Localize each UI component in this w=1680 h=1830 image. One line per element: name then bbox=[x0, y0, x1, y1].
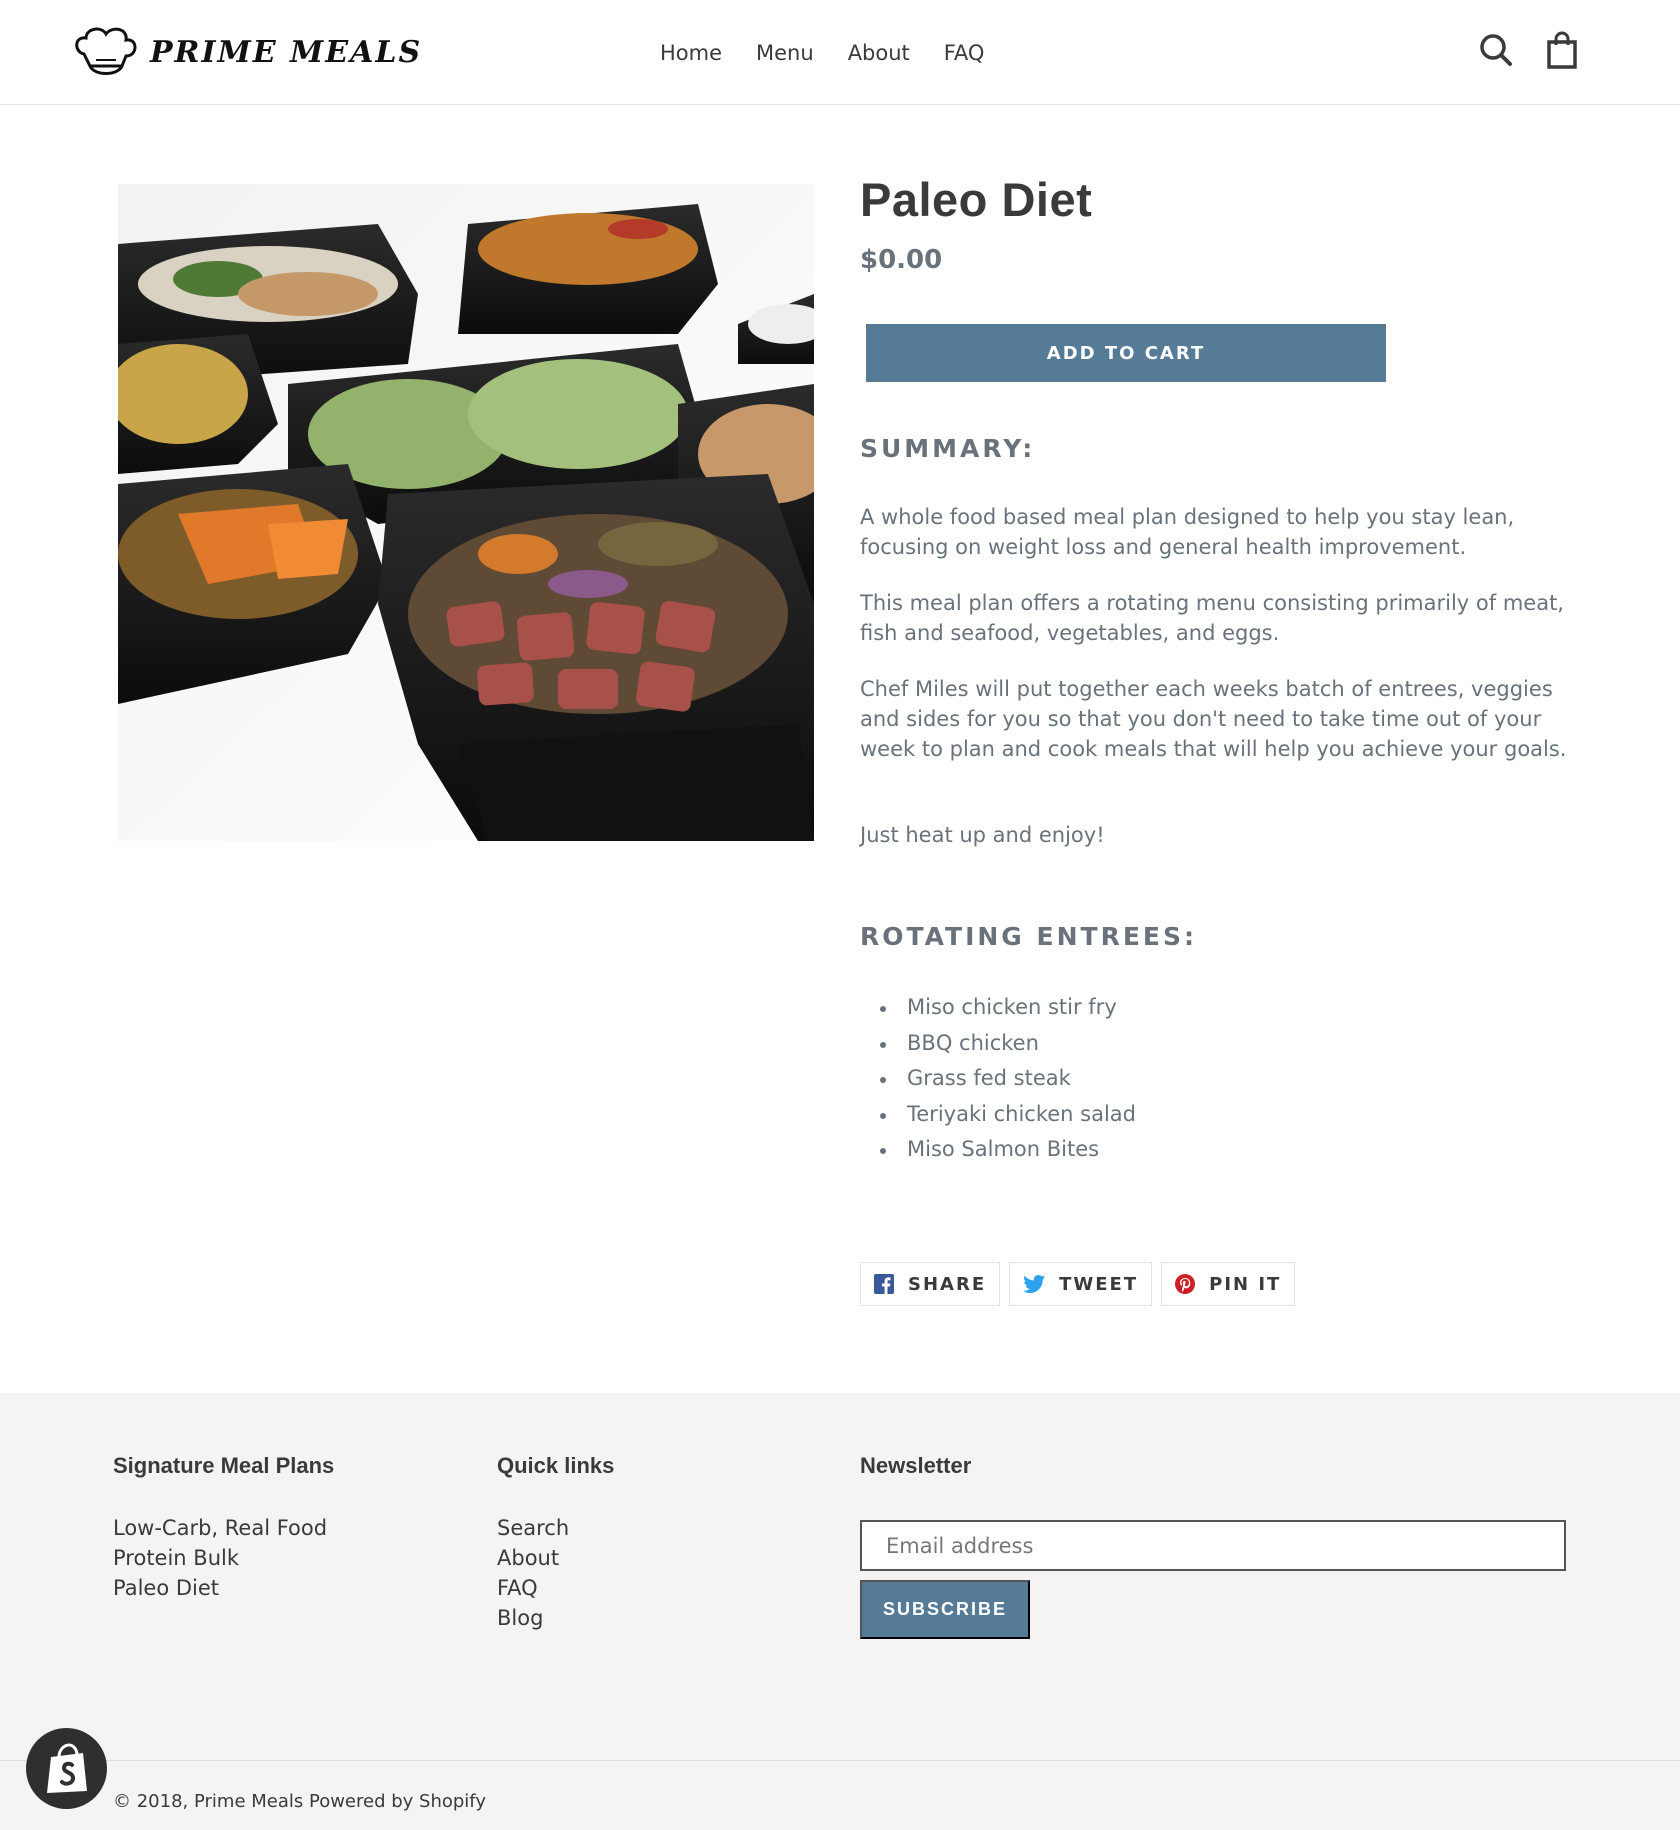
footer-link[interactable]: Search bbox=[497, 1513, 614, 1543]
product-image[interactable] bbox=[118, 184, 814, 841]
search-icon[interactable] bbox=[1478, 30, 1514, 70]
footer-heading: Signature Meal Plans bbox=[113, 1453, 335, 1478]
product-info: Paleo Diet $0.00 ADD TO CART SUMMARY: A … bbox=[860, 172, 1580, 1306]
entrees-list: Miso chicken stir fry BBQ chicken Grass … bbox=[860, 990, 1136, 1168]
nav-home[interactable]: Home bbox=[660, 41, 722, 65]
footer-link[interactable]: Blog bbox=[497, 1603, 614, 1633]
footer-link[interactable]: Low-Carb, Real Food bbox=[113, 1513, 334, 1543]
footer-heading: Newsletter bbox=[860, 1453, 972, 1478]
footer-link[interactable]: FAQ bbox=[497, 1573, 614, 1603]
share-pinterest-button[interactable]: PIN IT bbox=[1161, 1262, 1296, 1306]
share-label: PIN IT bbox=[1209, 1273, 1282, 1295]
cart-icon[interactable] bbox=[1544, 30, 1580, 70]
footer-link[interactable]: Protein Bulk bbox=[113, 1543, 334, 1573]
nav-menu[interactable]: Menu bbox=[756, 41, 814, 65]
logo-text: PRIME MEALS bbox=[150, 34, 423, 70]
footer-meal-plans: Signature Meal Plans Low-Carb, Real Food… bbox=[113, 1453, 334, 1603]
nav-faq[interactable]: FAQ bbox=[944, 41, 985, 65]
share-twitter-button[interactable]: TWEET bbox=[1009, 1262, 1153, 1306]
shopify-badge[interactable] bbox=[26, 1728, 107, 1809]
footer-link[interactable]: About bbox=[497, 1543, 614, 1573]
description-paragraph: This meal plan offers a rotating menu co… bbox=[860, 591, 1564, 645]
share-facebook-button[interactable]: SHARE bbox=[860, 1262, 1001, 1306]
subscribe-button[interactable]: SUBSCRIBE bbox=[860, 1580, 1030, 1639]
footer-divider bbox=[0, 1760, 1680, 1761]
product-price: $0.00 bbox=[860, 245, 943, 275]
list-item: Miso Salmon Bites bbox=[860, 1132, 1136, 1168]
description-paragraph: A whole food based meal plan designed to… bbox=[860, 505, 1515, 559]
shopify-bag-icon bbox=[46, 1742, 87, 1793]
twitter-icon bbox=[1023, 1275, 1046, 1293]
list-item: Grass fed steak bbox=[860, 1061, 1136, 1097]
logo[interactable]: PRIME MEALS bbox=[72, 24, 422, 80]
main-nav: Home Menu About FAQ bbox=[660, 0, 984, 105]
list-item: Teriyaki chicken salad bbox=[860, 1097, 1136, 1133]
pinterest-icon bbox=[1175, 1274, 1196, 1294]
footer-quick-links: Quick links Search About FAQ Blog bbox=[497, 1453, 614, 1633]
list-item: Miso chicken stir fry bbox=[860, 990, 1136, 1026]
site-footer: Signature Meal Plans Low-Carb, Real Food… bbox=[0, 1393, 1680, 1830]
share-label: TWEET bbox=[1059, 1273, 1139, 1295]
chef-hat-icon bbox=[75, 27, 137, 75]
summary-heading: SUMMARY: bbox=[860, 434, 1036, 463]
nav-about[interactable]: About bbox=[848, 41, 910, 65]
description-paragraph: Just heat up and enjoy! bbox=[860, 823, 1105, 847]
footer-newsletter: Newsletter bbox=[860, 1453, 971, 1513]
site-header: PRIME MEALS Home Menu About FAQ bbox=[0, 0, 1680, 105]
email-field[interactable]: Email address bbox=[860, 1520, 1566, 1571]
entrees-heading: ROTATING ENTREES: bbox=[860, 922, 1197, 951]
social-share: SHARE TWEET PIN IT bbox=[860, 1262, 1296, 1306]
footer-heading: Quick links bbox=[497, 1453, 615, 1478]
description-paragraph: Chef Miles will put together each weeks … bbox=[860, 677, 1567, 761]
list-item: BBQ chicken bbox=[860, 1026, 1136, 1062]
share-label: SHARE bbox=[908, 1273, 987, 1295]
header-icons bbox=[1478, 30, 1580, 70]
add-to-cart-button[interactable]: ADD TO CART bbox=[866, 324, 1386, 382]
facebook-icon bbox=[874, 1274, 894, 1294]
product-title: Paleo Diet bbox=[860, 173, 1093, 226]
footer-link[interactable]: Paleo Diet bbox=[113, 1573, 334, 1603]
copyright-text: © 2018, Prime Meals Powered by Shopify bbox=[113, 1791, 486, 1812]
